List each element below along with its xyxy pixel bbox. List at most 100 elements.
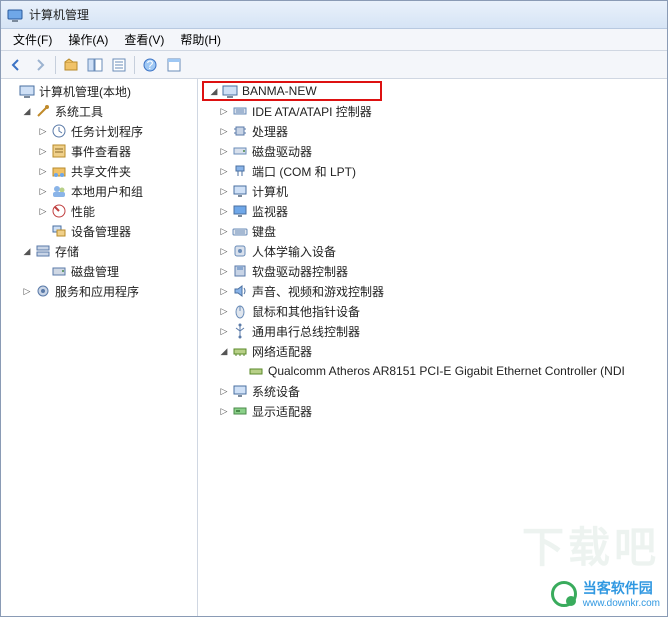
expander-closed-icon[interactable]: ▷ [218,385,230,397]
expander-closed-icon[interactable]: ▷ [37,125,49,137]
expander-open-icon[interactable]: ◢ [21,105,33,117]
tree-local-users[interactable]: ▷ 本地用户和组 [1,181,197,201]
tree-label: BANMA-NEW [242,84,317,98]
tree-label: 通用串行总线控制器 [252,323,360,340]
tree-storage[interactable]: ◢ 存储 [1,241,197,261]
expander-closed-icon[interactable]: ▷ [218,165,230,177]
expander-closed-icon[interactable]: ▷ [218,305,230,317]
device-keyboards[interactable]: ▷ 键盘 [198,221,667,241]
expander-icon[interactable] [37,265,49,277]
properties-button[interactable] [108,54,130,76]
tree-label: 计算机管理(本地) [39,83,131,100]
keyboard-icon [232,223,248,239]
tree-task-scheduler[interactable]: ▷ 任务计划程序 [1,121,197,141]
expander-open-icon[interactable]: ◢ [218,345,230,357]
tree-label: 显示适配器 [252,403,312,420]
expander-icon[interactable] [234,365,246,377]
back-button[interactable] [5,54,27,76]
device-display[interactable]: ▷ 显示适配器 [198,401,667,421]
watermark-url: www.downkr.com [583,598,660,609]
device-cpu[interactable]: ▷ 处理器 [198,121,667,141]
event-icon [51,143,67,159]
disk-icon [51,263,67,279]
expander-closed-icon[interactable]: ▷ [218,145,230,157]
expander-closed-icon[interactable]: ▷ [37,185,49,197]
up-button[interactable] [60,54,82,76]
expander-closed-icon[interactable]: ▷ [37,165,49,177]
expander-closed-icon[interactable]: ▷ [218,245,230,257]
tree-label: 服务和应用程序 [55,283,139,300]
expander-closed-icon[interactable]: ▷ [218,105,230,117]
watermark-logo-icon [551,581,577,607]
device-usb[interactable]: ▷ 通用串行总线控制器 [198,321,667,341]
device-hid[interactable]: ▷人体学输入设备 [198,241,667,261]
expander-closed-icon[interactable]: ▷ [37,145,49,157]
expander-icon[interactable] [5,85,17,97]
titlebar: 计算机管理 [1,1,667,29]
device-computer[interactable]: ▷计算机 [198,181,667,201]
device-ide[interactable]: ▷IDE ATA/ATAPI 控制器 [198,101,667,121]
tree-label: 软盘驱动器控制器 [252,263,348,280]
tools-icon [35,103,51,119]
expander-closed-icon[interactable]: ▷ [218,285,230,297]
device-disk-drives[interactable]: ▷磁盘驱动器 [198,141,667,161]
tree-event-viewer[interactable]: ▷ 事件查看器 [1,141,197,161]
device-mgr-icon [51,223,67,239]
mouse-icon [232,303,248,319]
port-icon [232,163,248,179]
tree-label: 键盘 [252,223,276,240]
expander-closed-icon[interactable]: ▷ [37,205,49,217]
tree-system-tools[interactable]: ◢ 系统工具 [1,101,197,121]
computer-icon [222,83,238,99]
usb-icon [232,323,248,339]
expander-closed-icon[interactable]: ▷ [218,205,230,217]
tree-device-manager[interactable]: 设备管理器 [1,221,197,241]
forward-button[interactable] [29,54,51,76]
tree-label: 端口 (COM 和 LPT) [252,163,356,180]
toolbar-separator [134,56,135,74]
computer-mgmt-icon [19,83,35,99]
expander-closed-icon[interactable]: ▷ [218,325,230,337]
tree-services-apps[interactable]: ▷ 服务和应用程序 [1,281,197,301]
tree-label: 处理器 [252,123,288,140]
device-system-devices[interactable]: ▷系统设备 [198,381,667,401]
expander-closed-icon[interactable]: ▷ [218,185,230,197]
sound-icon [232,283,248,299]
expander-closed-icon[interactable]: ▷ [218,265,230,277]
device-sound[interactable]: ▷ 声音、视频和游戏控制器 [198,281,667,301]
tree-label: 系统工具 [55,103,103,120]
device-ports[interactable]: ▷ 端口 (COM 和 LPT) [198,161,667,181]
tree-disk-management[interactable]: 磁盘管理 [1,261,197,281]
show-hide-tree-button[interactable] [84,54,106,76]
watermark: 当客软件园 www.downkr.com [551,578,660,609]
expander-open-icon[interactable]: ◢ [208,85,220,97]
tree-shared-folders[interactable]: ▷ 共享文件夹 [1,161,197,181]
device-mouse[interactable]: ▷鼠标和其他指针设备 [198,301,667,321]
expander-icon[interactable] [37,225,49,237]
refresh-button[interactable] [163,54,185,76]
tree-label: 性能 [71,203,95,220]
expander-closed-icon[interactable]: ▷ [21,285,33,297]
menu-view[interactable]: 查看(V) [116,29,172,50]
expander-closed-icon[interactable]: ▷ [218,125,230,137]
menu-file[interactable]: 文件(F) [5,29,60,50]
ide-icon [232,103,248,119]
help-button[interactable]: ? [139,54,161,76]
left-tree-panel: 计算机管理(本地) ◢ 系统工具 ▷ 任务计划程序 ▷ 事件查看器 ▷ 共享文件… [1,79,198,616]
tree-performance[interactable]: ▷ 性能 [1,201,197,221]
device-network[interactable]: ◢网络适配器 [198,341,667,361]
expander-closed-icon[interactable]: ▷ [218,225,230,237]
menu-action[interactable]: 操作(A) [60,29,116,50]
tree-label: 监视器 [252,203,288,220]
computer-icon [232,183,248,199]
expander-open-icon[interactable]: ◢ [21,245,33,257]
disk-drive-icon [232,143,248,159]
device-floppy[interactable]: ▷ 软盘驱动器控制器 [198,261,667,281]
device-monitors[interactable]: ▷ 监视器 [198,201,667,221]
menu-help[interactable]: 帮助(H) [172,29,229,50]
tree-root-computer-mgmt[interactable]: 计算机管理(本地) [1,81,197,101]
tree-label: 声音、视频和游戏控制器 [252,283,384,300]
device-nic0[interactable]: Qualcomm Atheros AR8151 PCI-E Gigabit Et… [198,361,667,381]
expander-closed-icon[interactable]: ▷ [218,405,230,417]
device-root[interactable]: ◢ BANMA-NEW [202,81,382,101]
